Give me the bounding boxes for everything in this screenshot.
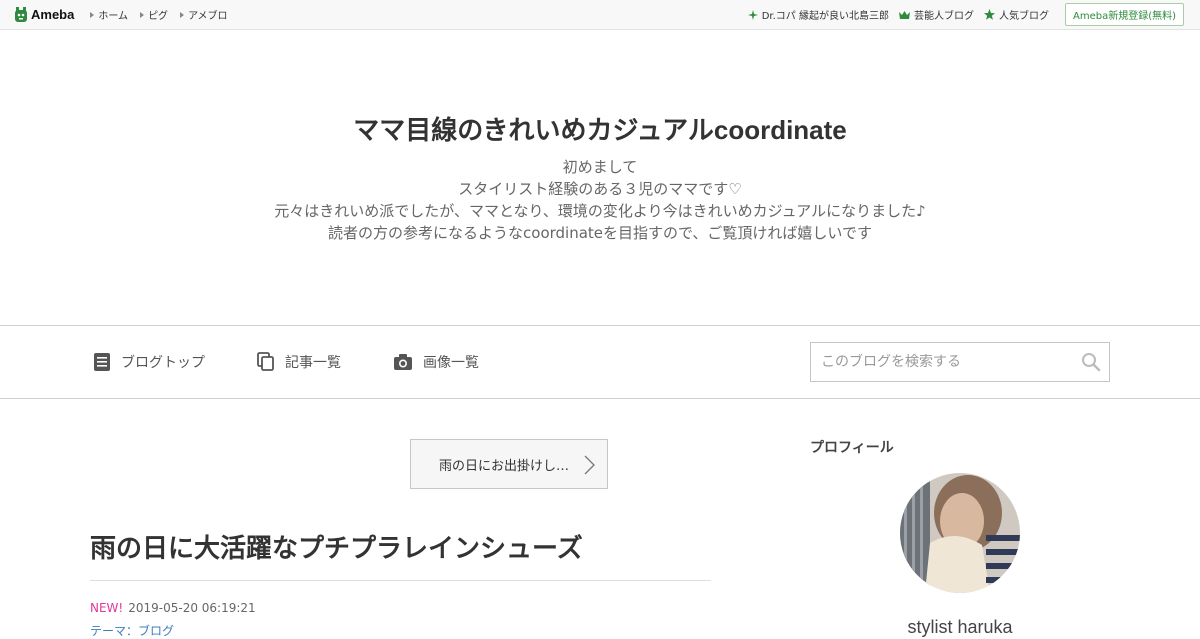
- global-header: Ameba ホーム ピグ アメブロ Dr.コパ 縁起が良い北島三郎 芸能人ブログ…: [0, 0, 1200, 30]
- global-links: Dr.コパ 縁起が良い北島三郎 芸能人ブログ 人気ブログ Ameba新規登録(無…: [738, 3, 1184, 26]
- global-nav-label: アメブロ: [188, 11, 228, 22]
- blog-description-line: 元々はきれいめ派でしたが、ママとなり、環境の変化より今はきれいめカジュアルになり…: [274, 202, 926, 220]
- nav-article-list[interactable]: 記事一覧: [257, 352, 341, 372]
- chevron-right-icon: [584, 455, 595, 475]
- entry-date: 2019-05-20 06:19:21: [128, 601, 256, 615]
- featured-blog-label: Dr.コパ 縁起が良い北島三郎: [761, 11, 889, 22]
- blog-description: 初めまして スタイリスト経験のある３児のママです♡ 元々はきれいめ派でしたが、マ…: [0, 156, 1200, 244]
- blog-description-line: 読者の方の参考になるようなcoordinateを目指すので、ご覧頂ければ嬉しいで…: [328, 224, 872, 242]
- search-button[interactable]: [1081, 352, 1101, 372]
- nav-blog-top[interactable]: ブログトップ: [93, 352, 205, 372]
- document-icon: [94, 353, 110, 371]
- popular-blog-label: 人気ブログ: [998, 11, 1049, 22]
- blog-header: ママ目線のきれいめカジュアルcoordinate 初めまして スタイリスト経験の…: [0, 30, 1200, 325]
- global-nav-home[interactable]: ホーム: [90, 7, 128, 22]
- celebrity-blog-link[interactable]: 芸能人ブログ: [898, 7, 974, 22]
- avatar[interactable]: [900, 473, 1020, 593]
- copy-icon: [257, 352, 274, 371]
- nav-label: 記事一覧: [285, 355, 341, 371]
- previous-entry-label: 雨の日にお出掛けし…: [439, 458, 570, 474]
- crown-icon: [898, 10, 910, 19]
- global-nav-label: ピグ: [148, 11, 169, 22]
- new-badge: NEW!: [90, 601, 124, 615]
- entry-title[interactable]: 雨の日に大活躍なプチプラレインシューズ: [90, 528, 583, 565]
- global-nav-ameblo[interactable]: アメブロ: [180, 7, 228, 22]
- arrow-right-icon: [180, 11, 185, 18]
- divider: [90, 580, 711, 581]
- profile-heading: プロフィール: [810, 440, 894, 456]
- featured-blog-link[interactable]: Dr.コパ 縁起が良い北島三郎: [747, 7, 889, 22]
- profile-name[interactable]: stylist haruka: [810, 617, 1110, 638]
- arrow-right-icon: [90, 11, 95, 18]
- nav-image-list[interactable]: 画像一覧: [393, 352, 479, 372]
- camera-icon: [394, 354, 412, 370]
- global-nav: ホーム ピグ アメブロ: [90, 7, 239, 22]
- previous-entry-link[interactable]: 雨の日にお出掛けし…: [410, 439, 608, 489]
- popular-blog-link[interactable]: 人気ブログ: [983, 7, 1049, 22]
- blog-nav: ブログトップ 記事一覧 画像一覧: [0, 325, 1200, 399]
- search-input[interactable]: [811, 343, 1071, 381]
- star-icon: [983, 9, 995, 20]
- profile-photo: [900, 473, 1020, 593]
- global-nav-pigg[interactable]: ピグ: [140, 7, 168, 22]
- register-button[interactable]: Ameba新規登録(無料): [1064, 3, 1184, 26]
- blog-search: [810, 342, 1110, 382]
- entry-theme-link[interactable]: テーマ：ブログ: [90, 622, 174, 639]
- arrow-right-icon: [140, 11, 145, 18]
- sparkle-icon: [747, 9, 758, 20]
- search-icon: [1082, 353, 1101, 372]
- ameba-logo-icon: [15, 6, 27, 22]
- global-nav-label: ホーム: [98, 11, 129, 22]
- ameba-logo[interactable]: Ameba: [14, 0, 74, 30]
- nav-label: ブログトップ: [121, 355, 205, 371]
- entry-meta: NEW! 2019-05-20 06:19:21: [90, 601, 256, 615]
- blog-description-line: スタイリスト経験のある３児のママです♡: [458, 180, 742, 198]
- blog-description-line: 初めまして: [562, 158, 638, 176]
- logo-text: Ameba: [31, 7, 75, 22]
- blog-title[interactable]: ママ目線のきれいめカジュアルcoordinate: [0, 110, 1200, 147]
- nav-label: 画像一覧: [423, 355, 479, 371]
- celebrity-blog-label: 芸能人ブログ: [913, 11, 974, 22]
